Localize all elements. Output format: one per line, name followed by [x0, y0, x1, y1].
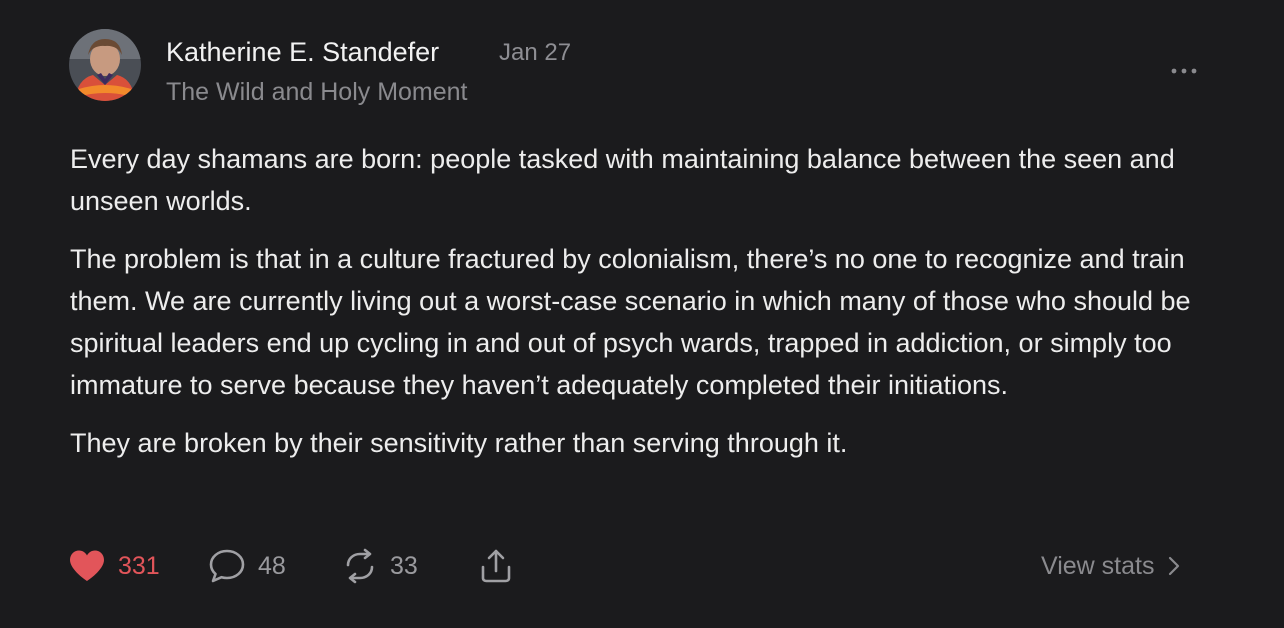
- post-paragraph: Every day shamans are born: people taske…: [70, 144, 1175, 216]
- avatar-image: [69, 29, 141, 101]
- view-stats-link[interactable]: View stats: [1041, 544, 1180, 588]
- speech-bubble-icon: [209, 549, 245, 583]
- comment-button[interactable]: 48: [208, 544, 286, 588]
- view-stats-label: View stats: [1041, 551, 1155, 580]
- publication-name[interactable]: The Wild and Holy Moment: [166, 77, 468, 107]
- share-button[interactable]: [478, 544, 514, 588]
- more-options-button[interactable]: [1166, 58, 1202, 84]
- post-paragraph: The problem is that in a culture fractur…: [70, 244, 1191, 400]
- chevron-right-icon: [1169, 556, 1180, 576]
- post-paragraph: They are broken by their sensitivity rat…: [70, 428, 848, 458]
- share-upload-icon: [481, 549, 511, 583]
- like-button[interactable]: 331: [68, 544, 160, 588]
- comment-count: 48: [258, 551, 286, 580]
- post-date[interactable]: Jan 27: [499, 38, 571, 68]
- like-count: 331: [118, 551, 160, 580]
- more-dots-icon: [1171, 68, 1197, 74]
- restack-button[interactable]: 33: [342, 544, 418, 588]
- action-bar: 331 48 33 View stats: [0, 544, 1284, 588]
- post-card: Katherine E. Standefer Jan 27 The Wild a…: [0, 0, 1284, 628]
- heart-icon: [70, 550, 104, 581]
- avatar[interactable]: [69, 29, 141, 101]
- restack-count: 33: [390, 551, 418, 580]
- restack-arrows-icon: [346, 548, 374, 584]
- post-body: Every day shamans are born: people taske…: [70, 138, 1220, 480]
- author-name[interactable]: Katherine E. Standefer: [166, 36, 439, 68]
